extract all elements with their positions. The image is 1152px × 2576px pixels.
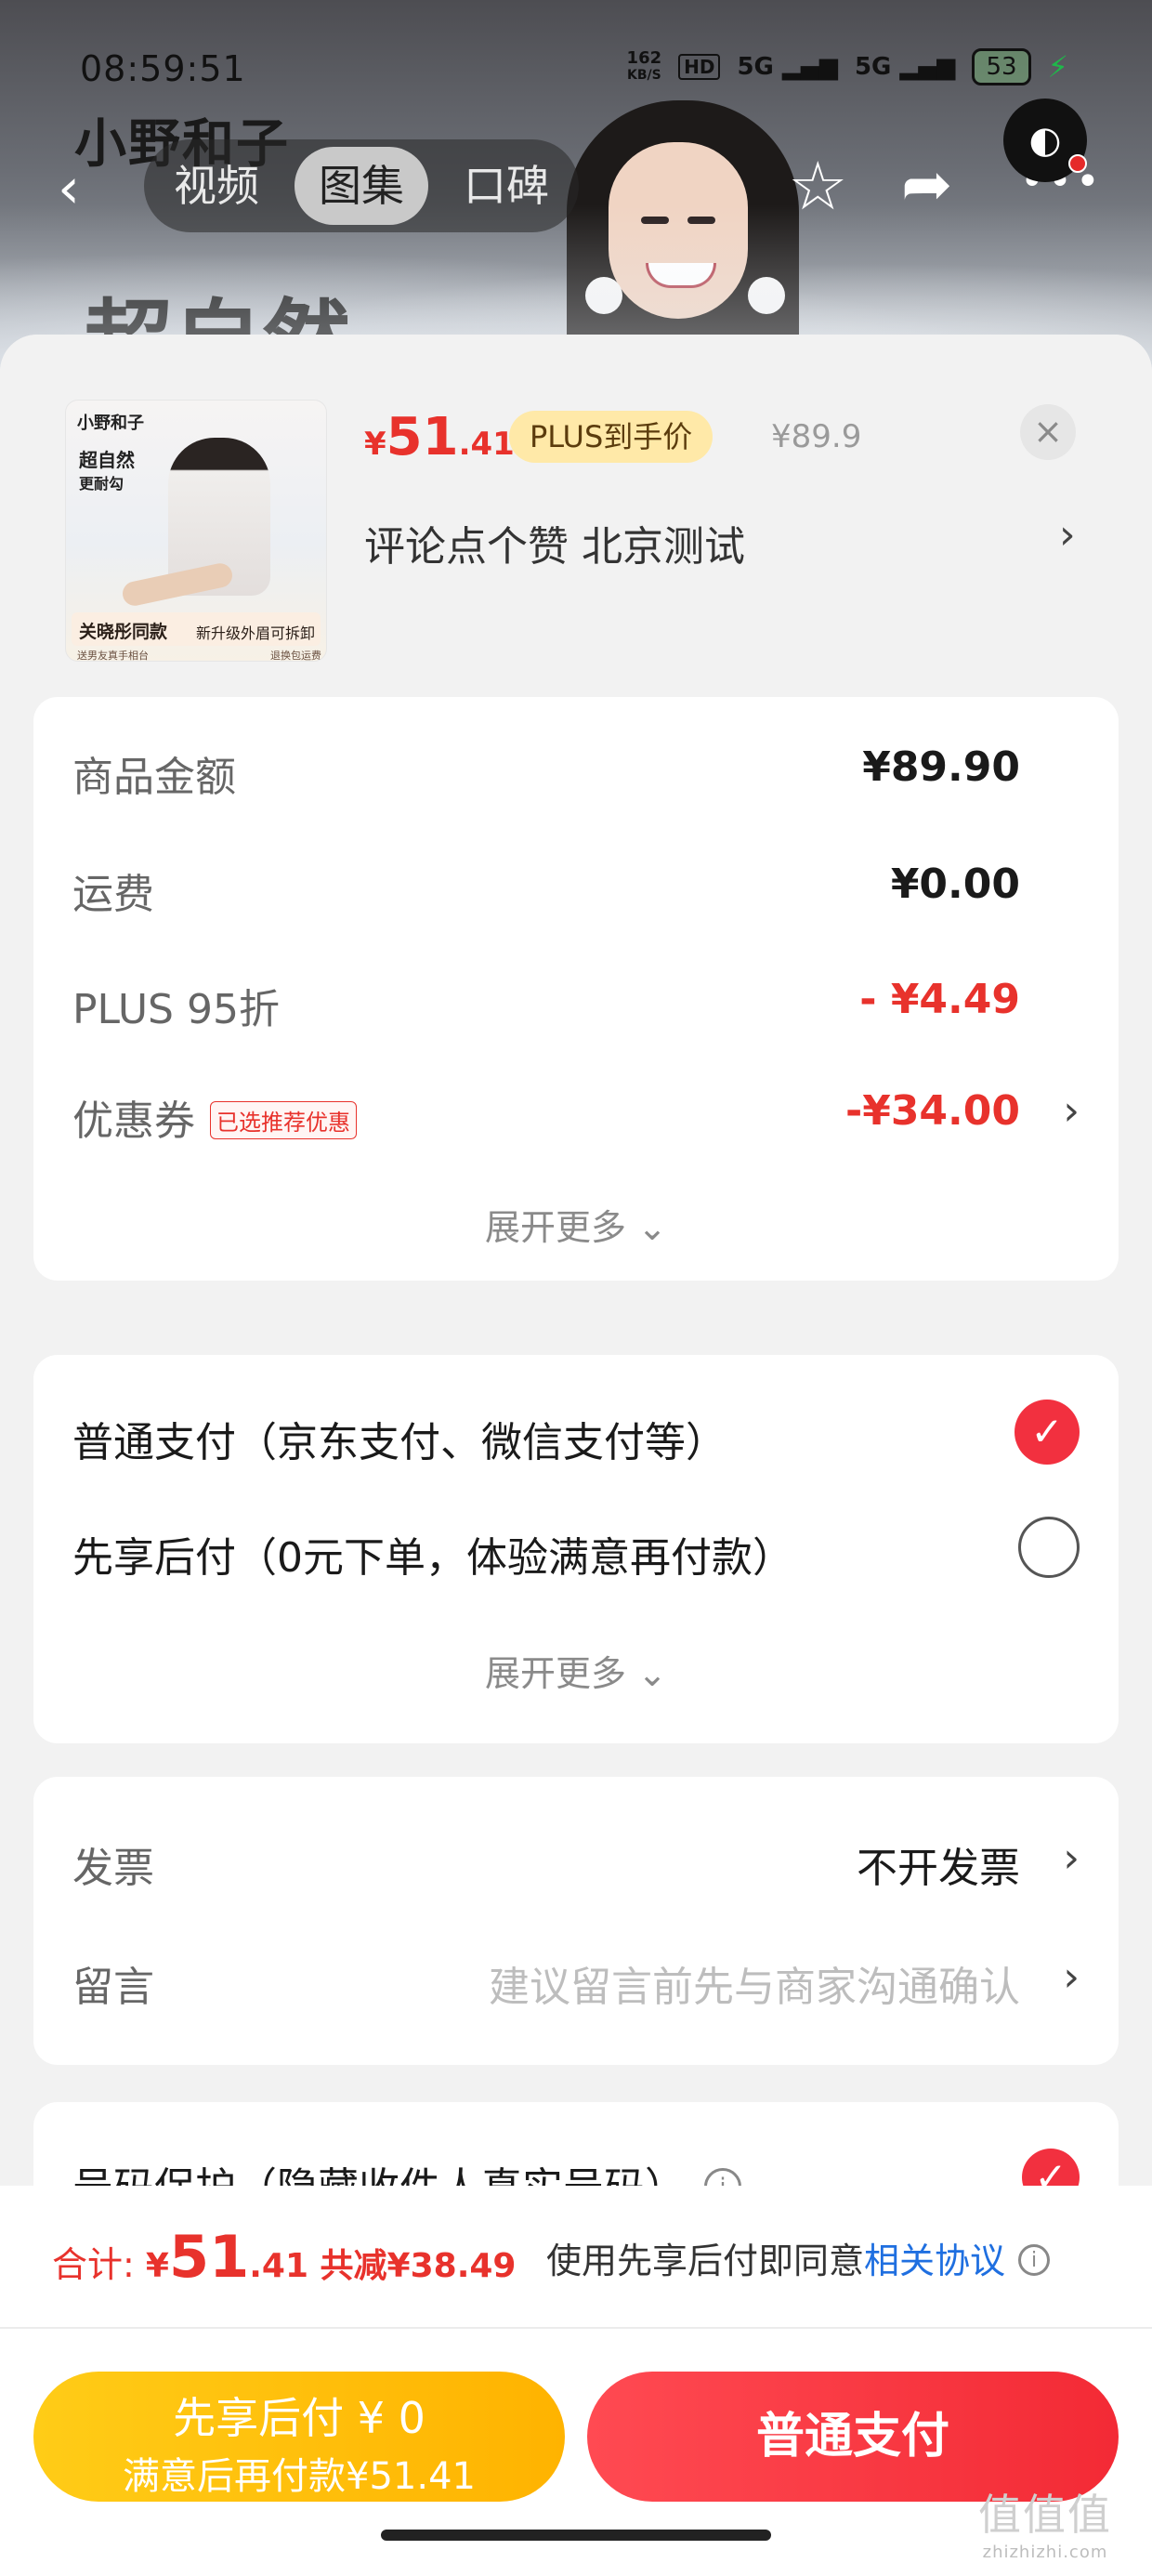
spec-selector[interactable]: 评论点个赞 北京测试: [364, 513, 745, 572]
payment-later-label: 先享后付（0元下单，体验满意再付款）: [72, 1534, 793, 1582]
shipping-label: 运费: [72, 871, 154, 918]
chevron-right-icon[interactable]: ›: [1063, 1087, 1080, 1135]
plus-discount-value: - ¥4.49: [859, 976, 1020, 1023]
chevron-right-icon[interactable]: ›: [1063, 1834, 1080, 1882]
invoice-label: 发票: [72, 1845, 154, 1892]
checkout-footer: 合计: ¥51.41 共减¥38.49 使用先享后付即同意相关协议 i 先享后付 …: [0, 2186, 1152, 2576]
watermark: 值值值 zhizhizhi.com: [978, 2490, 1112, 2562]
net-speed: 162 KB/S: [626, 48, 662, 84]
original-price: ¥89.9: [771, 418, 862, 455]
coupon-value: -¥34.00: [844, 1087, 1020, 1135]
divider: [0, 2327, 1152, 2329]
home-indicator: [381, 2530, 771, 2541]
chevron-right-icon[interactable]: ›: [1059, 511, 1076, 559]
battery-icon: 53: [972, 48, 1031, 85]
goods-amount-value: ¥89.90: [862, 743, 1020, 791]
tab-gallery[interactable]: 图集: [295, 147, 428, 225]
share-icon[interactable]: ➦: [901, 149, 952, 220]
order-sheet: 小野和子 超自然 更耐勾 关晓彤同款 新升级外眉可拆卸 送男友真手相台 退换包运费…: [0, 335, 1152, 2576]
coupon-row[interactable]: 优惠券 已选推荐优惠 -¥34.00 ›: [72, 1087, 1080, 1147]
tab-reviews[interactable]: 口碑: [439, 147, 573, 225]
hd-icon: HD: [678, 54, 721, 80]
product-price: ¥51.41: [364, 407, 515, 467]
agreement-text: 使用先享后付即同意相关协议 i: [546, 2232, 1051, 2283]
favorite-star-icon[interactable]: ☆: [788, 147, 848, 225]
notification-dot: [1068, 154, 1087, 173]
expand-more-payments[interactable]: 展开更多 ⌄: [33, 1645, 1119, 1696]
payment-option-normal[interactable]: 普通支付（京东支付、微信支付等） ✓: [72, 1400, 1080, 1468]
plus-discount-row: PLUS 95折 - ¥4.49: [72, 976, 1080, 1035]
amount-card: 商品金额 ¥89.90 运费 ¥0.00 PLUS 95折 - ¥4.49 优惠…: [33, 697, 1119, 1281]
status-icons: 162 KB/S HD 5G ▂▄▆ 5G ▂▄▆ 53 ⚡: [627, 48, 1068, 85]
checked-icon[interactable]: ✓: [1015, 1400, 1080, 1465]
product-thumbnail[interactable]: 小野和子 超自然 更耐勾 关晓彤同款 新升级外眉可拆卸 送男友真手相台 退换包运费: [65, 400, 327, 662]
status-time: 08:59:51: [80, 48, 246, 89]
note-row[interactable]: 留言 建议留言前先与商家沟通确认 ›: [72, 1953, 1080, 2013]
invoice-note-card: 发票 不开发票 › 留言 建议留言前先与商家沟通确认 ›: [33, 1777, 1119, 2065]
close-icon[interactable]: ×: [1020, 404, 1076, 460]
charging-icon: ⚡: [1047, 49, 1068, 85]
invoice-row[interactable]: 发票 不开发票 ›: [72, 1834, 1080, 1894]
payment-normal-label: 普通支付（京东支付、微信支付等）: [72, 1419, 727, 1466]
chevron-right-icon[interactable]: ›: [1063, 1953, 1080, 2001]
note-input[interactable]: 建议留言前先与商家沟通确认: [489, 1953, 1020, 2013]
plus-price-badge: PLUS到手价: [509, 411, 713, 463]
tab-video[interactable]: 视频: [150, 147, 283, 225]
product-summary: 小野和子 超自然 更耐勾 关晓彤同款 新升级外眉可拆卸 送男友真手相台 退换包运费…: [0, 335, 1152, 688]
pay-later-button[interactable]: 先享后付 ¥ 0 满意后再付款¥51.41: [33, 2372, 565, 2502]
shipping-value: ¥0.00: [890, 861, 1020, 908]
shop-avatar[interactable]: ◐: [1003, 99, 1087, 182]
payment-method-card: 普通支付（京东支付、微信支付等） ✓ 先享后付（0元下单，体验满意再付款） 展开…: [33, 1355, 1119, 1743]
plus-discount-label: PLUS 95折: [72, 986, 280, 1033]
coupon-recommended-badge: 已选推荐优惠: [210, 1100, 357, 1139]
radio-unchecked-icon[interactable]: [1018, 1517, 1080, 1578]
coupon-label: 优惠券: [72, 1097, 195, 1145]
back-icon[interactable]: ‹: [58, 156, 80, 221]
payment-option-later[interactable]: 先享后付（0元下单，体验满意再付款）: [72, 1517, 1080, 1584]
agreement-link[interactable]: 相关协议: [864, 2241, 1005, 2281]
note-label: 留言: [72, 1964, 154, 2011]
goods-amount-label: 商品金额: [72, 754, 236, 801]
signal-icon: 5G ▂▄▆: [737, 53, 838, 81]
total-amount: 合计: ¥51.41 共减¥38.49: [52, 2223, 517, 2291]
shipping-row: 运费 ¥0.00: [72, 861, 1080, 920]
invoice-value: 不开发票: [857, 1845, 1020, 1892]
signal-icon-2: 5G ▂▄▆: [854, 53, 956, 81]
media-tabs: 视频 图集 口碑: [144, 139, 579, 232]
goods-amount-row: 商品金额 ¥89.90: [72, 743, 1080, 803]
info-icon[interactable]: i: [1018, 2243, 1051, 2276]
model-photo: [548, 100, 827, 372]
expand-more-amounts[interactable]: 展开更多 ⌄: [33, 1199, 1119, 1250]
